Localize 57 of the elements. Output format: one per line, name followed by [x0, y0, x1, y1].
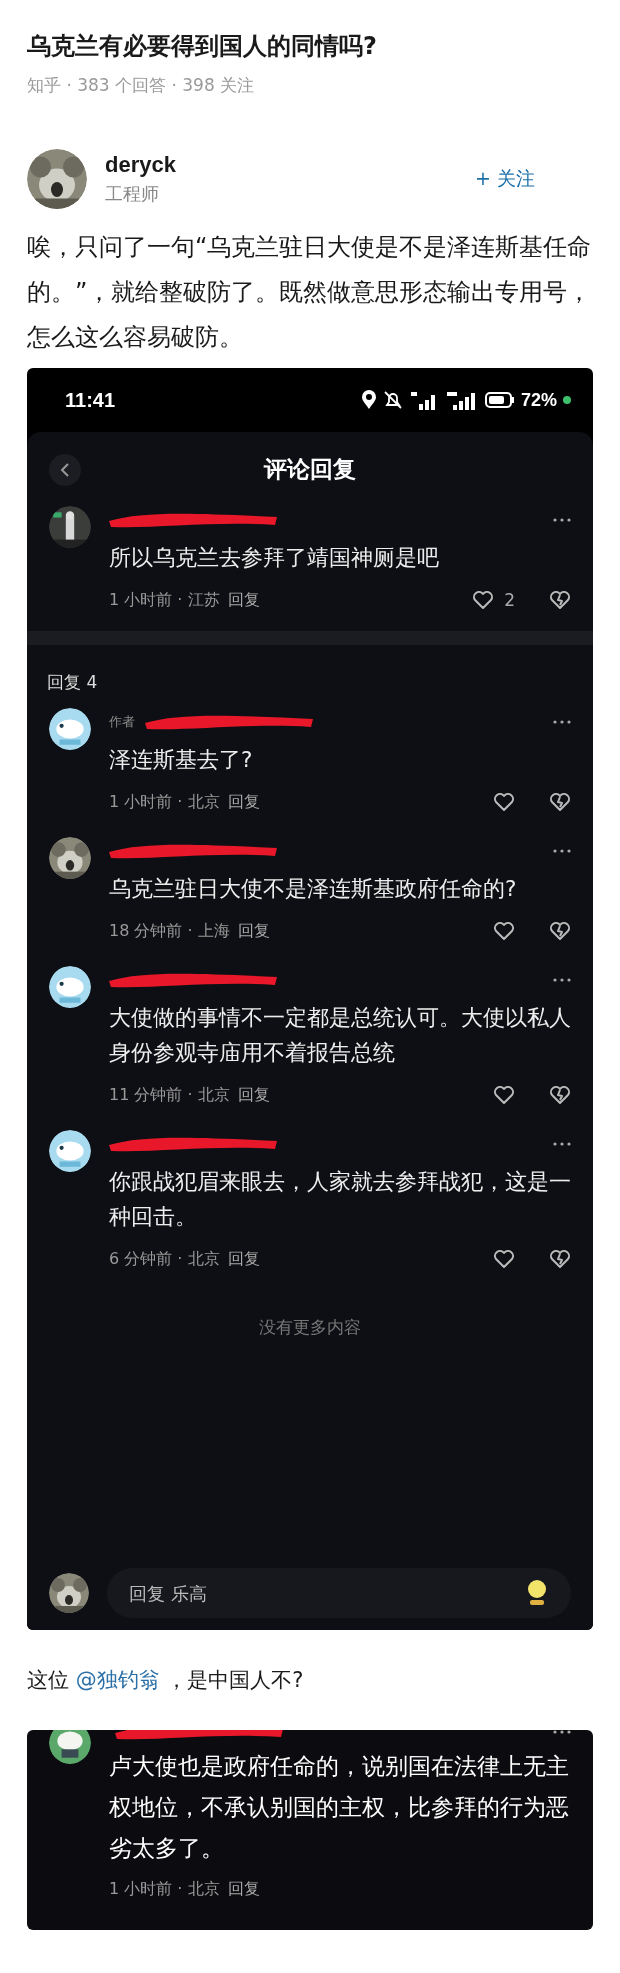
like-count: 2: [504, 590, 515, 610]
more-icon[interactable]: [553, 849, 571, 853]
location-icon: [360, 390, 377, 410]
heart-icon[interactable]: [493, 792, 515, 812]
question-meta: 知乎 · 383 个回答 · 398 关注: [27, 74, 256, 97]
more-icon[interactable]: [553, 518, 571, 522]
reply-count: 回复 4: [46, 671, 99, 694]
reply-link[interactable]: 回复: [227, 1248, 260, 1270]
battery-icon: [484, 392, 515, 408]
broken-heart-icon[interactable]: [549, 792, 571, 812]
screen-title: 评论回复: [264, 454, 356, 484]
back-icon: [60, 462, 70, 478]
reply-link[interactable]: 回复: [237, 1084, 270, 1106]
comment-time: 11 分钟前 · 北京: [109, 1084, 230, 1106]
battery-level: 72%: [520, 389, 557, 411]
answer-paragraph: 唉，只问了一句“乌克兰驻日大使是不是泽连斯基任命的。”，就给整破防了。既然做意思形态输出专用号，怎么这么容易破防。: [27, 232, 593, 353]
back-button[interactable]: [49, 454, 81, 486]
answer-paragraph: 这位 @独钓翁 ，是中国人不?: [27, 1667, 305, 1694]
author-tag: 作者: [109, 713, 135, 731]
reply-link[interactable]: 回复: [237, 920, 270, 942]
comment-time: 1 小时前 · 江苏: [109, 589, 220, 611]
mute-bell-icon: [382, 390, 403, 410]
comment-time: 1 小时前 · 北京: [109, 1879, 220, 1900]
status-dot-icon: [563, 396, 571, 404]
comment-text: 所以乌克兰去参拜了靖国神厕是吧: [109, 544, 440, 572]
comment-text: 卢大使也是政府任命的，说别国在法律上无主权地位，不承认别国的主权，比参拜的行为恶劣太多了。: [109, 1752, 570, 1863]
question-title: 乌克兰有必要得到国人的同情吗?: [27, 31, 378, 62]
end-of-list-text: 没有更多内容: [258, 1316, 362, 1339]
broken-heart-icon[interactable]: [549, 590, 571, 610]
comment-time: 1 小时前 · 北京: [109, 791, 220, 813]
reply-link[interactable]: 回复: [227, 1879, 260, 1900]
more-icon[interactable]: [553, 1142, 571, 1146]
emoji-icon[interactable]: [525, 1579, 549, 1607]
comment-text: 乌克兰驻日大使不是泽连斯基政府任命的?: [109, 875, 518, 903]
reply-link[interactable]: 回复: [227, 791, 260, 813]
heart-icon[interactable]: [472, 590, 495, 610]
reply-link[interactable]: 回复: [227, 589, 260, 611]
comment-text: 你跟战犯眉来眼去，人家就去参拜战犯，这是一种回击。: [109, 1168, 571, 1231]
comment-time: 18 分钟前 · 上海: [109, 920, 230, 942]
reply-field[interactable]: 回复 乐高: [107, 1568, 571, 1618]
author-title: 工程师: [105, 182, 160, 206]
broken-heart-icon[interactable]: [549, 1249, 571, 1269]
comment-time: 6 分钟前 · 北京: [109, 1248, 220, 1270]
user-mention-link[interactable]: @独钓翁: [75, 1668, 160, 1692]
comment-text: 泽连斯基去了?: [109, 746, 254, 774]
more-icon[interactable]: [553, 978, 571, 982]
author-name[interactable]: deryck: [105, 152, 176, 178]
comment-text: 大使做的事情不一定都是总统认可。大使以私人身份参观寺庙用不着报告总统: [109, 1004, 571, 1067]
broken-heart-icon[interactable]: [549, 921, 571, 941]
status-time: 11:41: [65, 388, 116, 412]
heart-icon[interactable]: [493, 921, 515, 941]
heart-icon[interactable]: [493, 1085, 515, 1105]
more-icon[interactable]: [553, 720, 571, 724]
more-icon[interactable]: [553, 1730, 571, 1734]
follow-button[interactable]: + 关注: [469, 162, 541, 196]
broken-heart-icon[interactable]: [549, 1085, 571, 1105]
heart-icon[interactable]: [493, 1249, 515, 1269]
